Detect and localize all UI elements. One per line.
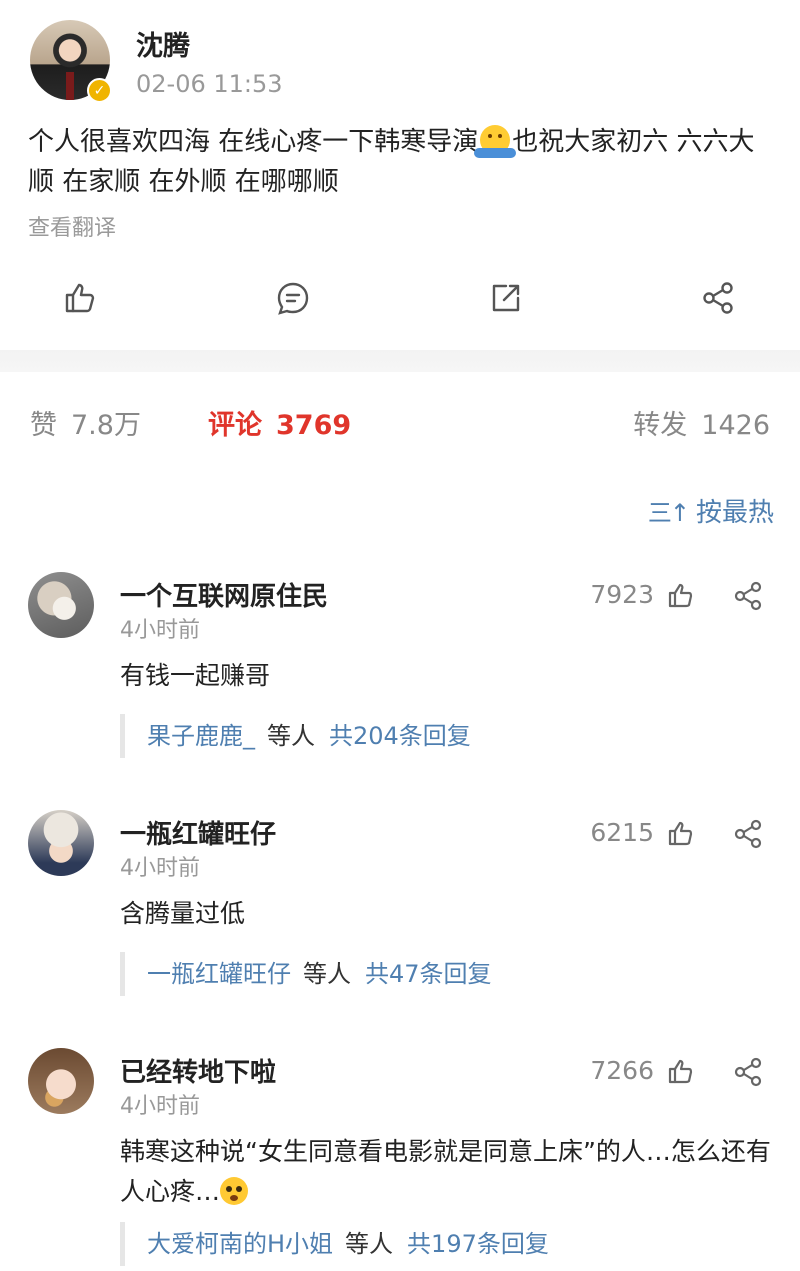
repost-icon (492, 284, 520, 312)
commenter-avatar[interactable] (28, 572, 94, 638)
thumb-up-icon[interactable] (666, 1056, 696, 1086)
comment-time: 4小时前 (120, 856, 200, 881)
post-action-bar (0, 270, 800, 326)
shrug-emoji-icon (474, 125, 517, 158)
reply-separator: 等人 (267, 722, 315, 750)
comment-button[interactable] (273, 278, 313, 318)
reply-user[interactable]: 一瓶红罐旺仔 (147, 960, 291, 988)
thumb-up-icon[interactable] (666, 818, 696, 848)
reply-total[interactable]: 共197条回复 (407, 1230, 549, 1258)
share-icon[interactable] (732, 1056, 764, 1088)
comment-time: 4小时前 (120, 618, 200, 643)
thumb-up-icon[interactable] (666, 580, 696, 610)
stats-tabs: 赞 7.8万 评论 3769 转发 1426 (0, 395, 800, 447)
reposts-count: 1426 (701, 410, 770, 441)
comment-item: 一个互联网原住民 4小时前 7923 有钱一起赚哥 果子鹿鹿_ 等人 共204条回复 (0, 572, 800, 792)
comment-icon (277, 282, 309, 315)
reply-summary[interactable]: 果子鹿鹿_ 等人 共204条回复 (120, 714, 760, 758)
likes-count: 7.8万 (71, 410, 141, 441)
reply-total[interactable]: 共204条回复 (329, 722, 471, 750)
reply-summary[interactable]: 大爱柯南的H小姐 等人 共197条回复 (120, 1222, 760, 1266)
thumb-up-icon (65, 283, 95, 313)
share-icon (703, 282, 733, 314)
post-time: 02-06 11:53 (136, 70, 283, 98)
reply-separator: 等人 (303, 960, 351, 988)
likes-label: 赞 (30, 410, 57, 441)
post-text-part-1: 个人很喜欢四海 在线心疼一下韩寒导演 (28, 127, 479, 157)
commenter-avatar[interactable] (28, 810, 94, 876)
comment-text: 有钱一起赚哥 (120, 661, 271, 690)
reposts-label: 转发 (633, 410, 688, 441)
commenter-avatar[interactable] (28, 1048, 94, 1114)
repost-button[interactable] (486, 278, 526, 318)
comment-item: 已经转地下啦 4小时前 7266 韩寒这种说“女生同意看电影就是同意上床”的人…… (0, 1048, 800, 1271)
sort-label: 按最热 (695, 498, 774, 528)
share-icon[interactable] (732, 580, 764, 612)
comment-text: 含腾量过低 (120, 899, 246, 928)
commenter-name[interactable]: 已经转地下啦 (120, 1052, 276, 1089)
tab-likes[interactable]: 赞 7.8万 (30, 403, 141, 442)
comment-like-count: 6215 (590, 818, 654, 847)
like-button[interactable] (60, 278, 100, 318)
comment-like-count: 7923 (590, 580, 654, 609)
post-header: ✓ 沈腾 02-06 11:53 (28, 18, 772, 108)
comments-label: 评论 (208, 410, 262, 441)
tab-reposts[interactable]: 转发 1426 (633, 403, 770, 442)
avatar-tie-shape (66, 72, 74, 100)
reply-user[interactable]: 果子鹿鹿_ (147, 722, 255, 750)
commenter-name[interactable]: 一个互联网原住民 (120, 576, 328, 613)
reply-summary[interactable]: 一瓶红罐旺仔 等人 共47条回复 (120, 952, 760, 996)
puzzled-emoji-icon (220, 1177, 249, 1205)
translate-link[interactable]: 查看翻译 (28, 210, 116, 242)
comment-like-count: 7266 (590, 1056, 654, 1085)
comment-time: 4小时前 (120, 1094, 200, 1119)
author-name[interactable]: 沈腾 (136, 24, 190, 63)
share-button[interactable] (698, 278, 738, 318)
reply-separator: 等人 (345, 1230, 394, 1258)
share-icon[interactable] (732, 818, 764, 850)
comment-text: 韩寒这种说“女生同意看电影就是同意上床”的人…怎么还有人心疼… (120, 1132, 780, 1212)
comments-count: 3769 (276, 410, 352, 441)
sort-icon: 三↑ (647, 499, 690, 527)
commenter-name[interactable]: 一瓶红罐旺仔 (120, 814, 276, 851)
reply-total[interactable]: 共47条回复 (365, 960, 492, 988)
comment-text-body: 韩寒这种说“女生同意看电影就是同意上床”的人…怎么还有人心疼… (120, 1137, 771, 1206)
reply-user[interactable]: 大爱柯南的H小姐 (147, 1230, 333, 1258)
sort-toggle[interactable]: 三↑ 按最热 (648, 492, 774, 529)
section-divider (0, 350, 800, 372)
verified-badge-icon: ✓ (87, 78, 112, 103)
post-text: 个人很喜欢四海 在线心疼一下韩寒导演 也祝大家初六 六六大顺 在家顺 在外顺 在哪… (28, 122, 778, 202)
comment-item: 一瓶红罐旺仔 4小时前 6215 含腾量过低 一瓶红罐旺仔 等人 共47条回复 (0, 810, 800, 1030)
tab-comments[interactable]: 评论 3769 (208, 403, 351, 442)
